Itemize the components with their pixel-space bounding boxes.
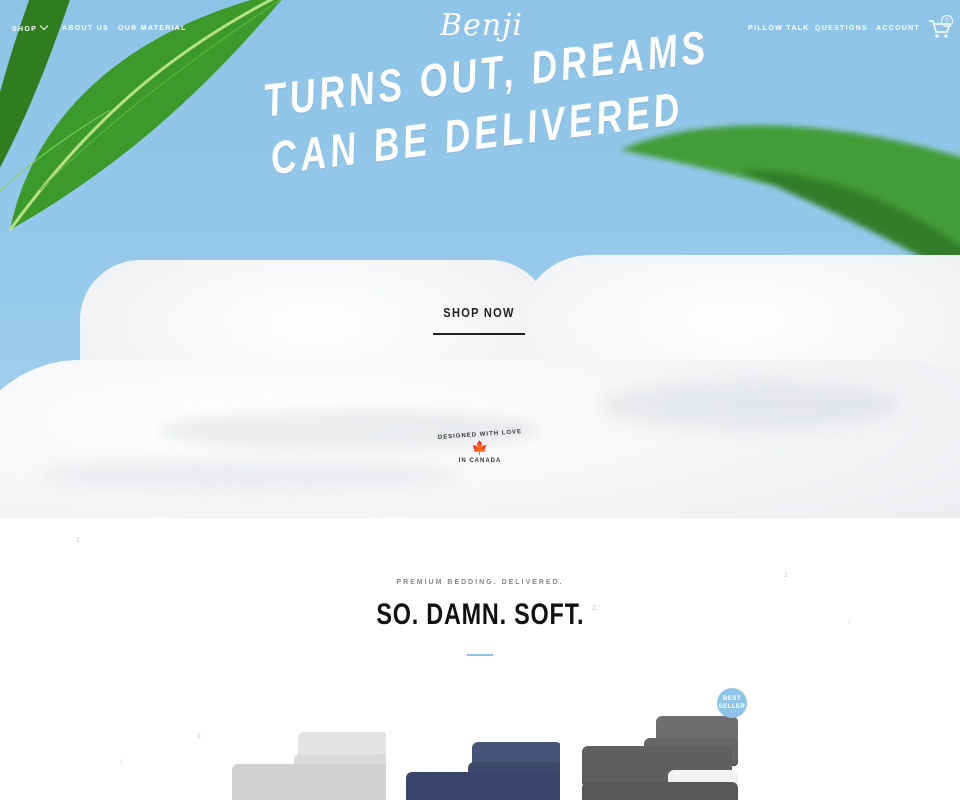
best-seller-line1: BEST (722, 696, 741, 702)
nav-shop[interactable]: SHOP (12, 21, 49, 33)
nav-pillow-talk[interactable]: PILLOW TALK (748, 25, 810, 32)
sheet-stack (582, 782, 738, 800)
sheet-stack (232, 764, 386, 800)
best-seller-line2: SELLER (718, 704, 746, 710)
decorative-z: z (197, 731, 201, 740)
nav-shop-label: SHOP (12, 26, 38, 33)
duvet-fold (600, 380, 900, 430)
decorative-z: z (784, 570, 788, 579)
product-card-navy[interactable] (400, 700, 560, 800)
cart-count-badge: 0 (941, 15, 953, 27)
badge-bottom-text: IN CANADA (458, 458, 502, 464)
product-card-grey[interactable] (226, 700, 386, 800)
benji-logo[interactable]: Benji (440, 6, 522, 54)
best-seller-badge: BEST SELLER (717, 688, 747, 718)
nav-questions[interactable]: QUESTIONS (815, 25, 868, 32)
section-title: SO. DAMN. SOFT. (0, 598, 960, 632)
shop-now-underline (433, 333, 525, 335)
sheet-stack (406, 772, 560, 800)
decorative-z: ı (120, 757, 123, 766)
duvet-fold (40, 460, 460, 490)
chevron-down-icon (39, 21, 49, 31)
designed-in-canada-badge: DESIGNED WITH LOVE 🍁 IN CANADA (430, 429, 530, 482)
maple-leaf-icon: 🍁 (471, 440, 489, 455)
nav-about-us[interactable]: ABOUT US (62, 25, 109, 32)
shop-now-label: SHOP NOW (443, 305, 515, 320)
section-kicker: PREMIUM BEDDING. DELIVERED. (396, 579, 564, 586)
shop-now-button[interactable]: SHOP NOW (433, 305, 525, 335)
section-divider (467, 654, 493, 656)
nav-account[interactable]: ACCOUNT (876, 25, 920, 32)
product-card-charcoal[interactable] (578, 700, 738, 800)
decorative-z: z (76, 535, 80, 544)
nav-our-material[interactable]: OUR MATERIAL (118, 25, 187, 32)
top-nav: SHOP ABOUT US OUR MATERIAL Benji PILLOW … (0, 0, 960, 60)
section-title-text: SO. DAMN. SOFT. (375, 598, 585, 631)
hero-banner: TURNS OUT, DREAMS CAN BE DELIVERED SHOP … (0, 0, 960, 518)
